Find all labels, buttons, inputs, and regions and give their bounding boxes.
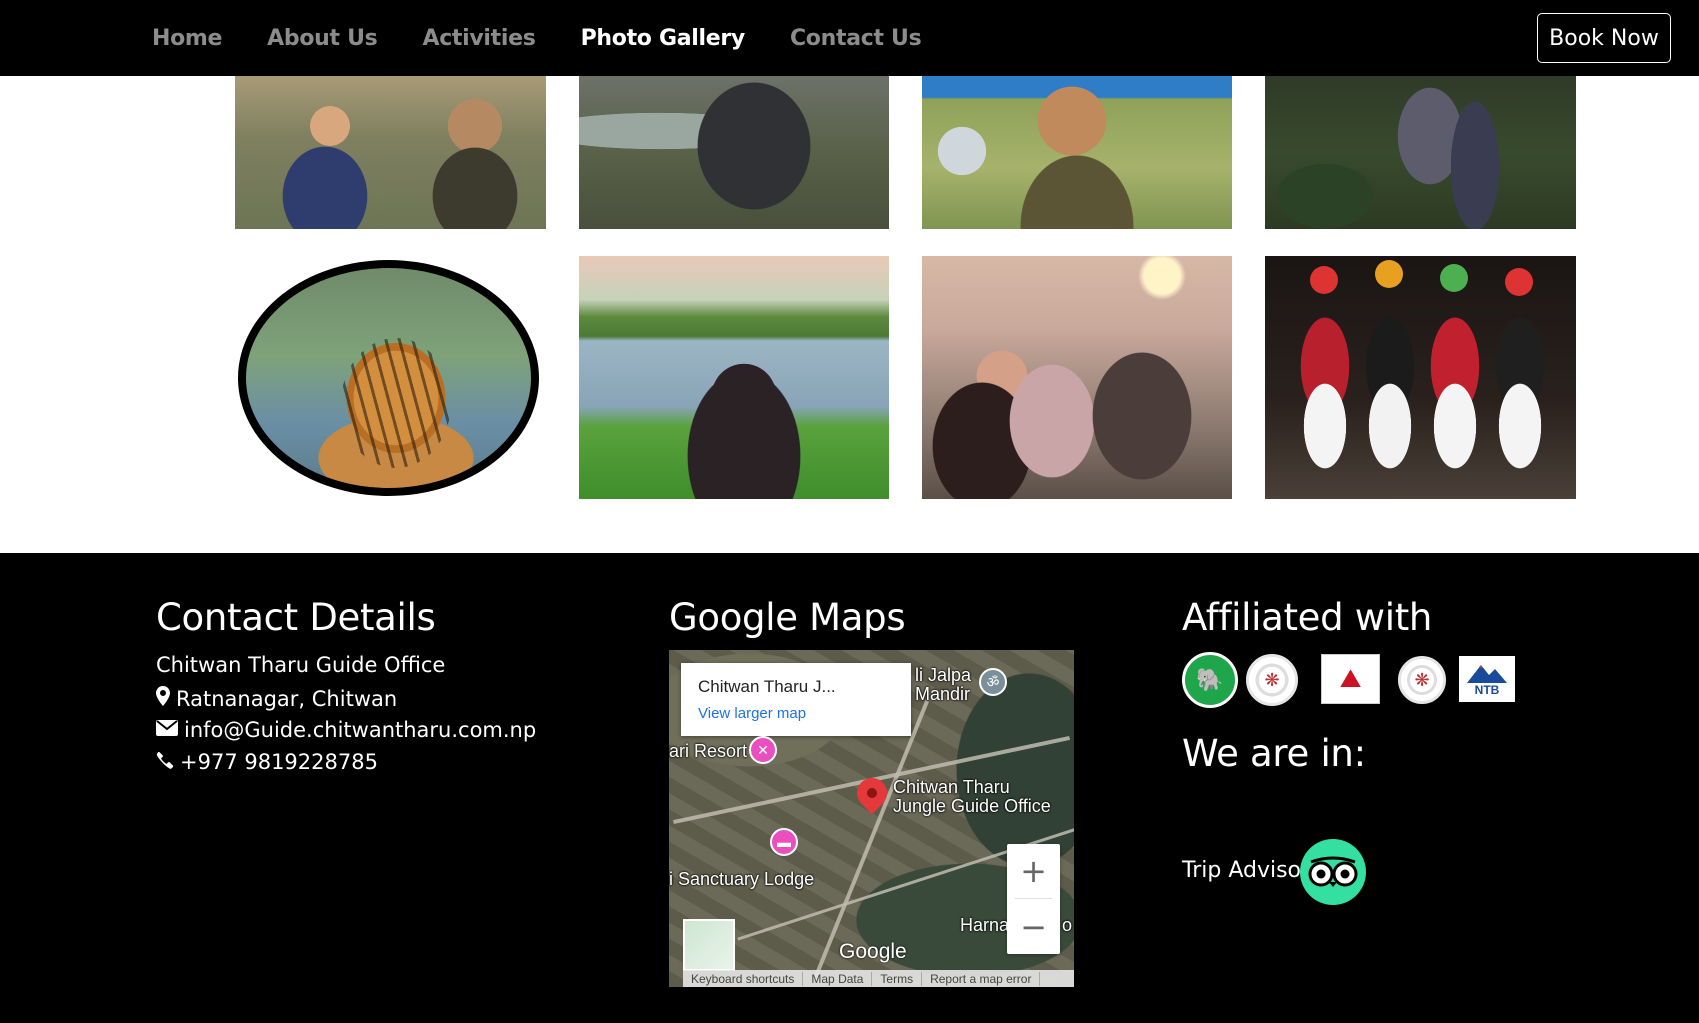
affiliate-logo-green[interactable]: 🐘 [1182,652,1238,708]
gallery-photo-canoe-family[interactable] [922,256,1232,499]
contact-address: Ratnanagar, Chitwan [156,686,397,711]
envelope-icon [156,719,178,741]
ntb-logo[interactable]: NTB [1459,656,1515,702]
affiliate-seal-logo-2[interactable]: ❋ [1398,656,1446,704]
gallery-photo-river-view[interactable] [579,256,889,499]
gallery-photo-tiger[interactable] [238,260,539,496]
map-label-harna: Harna [960,915,1010,935]
keyboard-shortcuts-link[interactable]: Keyboard shortcuts [683,971,804,986]
google-maps-heading: Google Maps [669,596,906,639]
dancer-headdress [1505,268,1533,296]
nav-link-photo-gallery[interactable]: Photo Gallery [581,26,746,51]
contact-phone[interactable]: +977 9819228785 [156,750,378,774]
map-data-link[interactable]: Map Data [803,971,873,986]
contact-office-name: Chitwan Tharu Guide Office [156,653,446,677]
report-map-error-link[interactable]: Report a map error [922,971,1041,986]
map-label-resort: ari Resort [669,741,748,761]
top-navbar: Home About Us Activities Photo Gallery C… [0,0,1699,76]
contact-office: Chitwan Tharu Guide Office [156,653,445,677]
google-logo: Google [839,940,907,963]
map-type-toggle-button[interactable] [683,919,735,971]
map-label-temple-line2: Mandir [915,684,971,704]
tiger-stripes [341,338,451,468]
resort-icon[interactable]: ✕ [749,736,777,764]
affiliate-seal-logo[interactable]: ❋ [1246,654,1298,706]
gallery-photo-boat-selfie[interactable] [235,76,546,229]
temple-icon[interactable]: ॐ [979,668,1007,696]
nav-link-activities[interactable]: Activities [422,26,535,51]
map-label-harna-suffix: o [1062,915,1073,935]
map-label-temple: li Jalpa Mandir [915,666,971,704]
map-place-title: Chitwan Tharu J... [698,677,836,696]
terms-link[interactable]: Terms [872,971,923,986]
gallery-photo-riverbank[interactable] [579,76,889,229]
phone-icon [156,751,174,774]
tripadvisor-owl-icon[interactable] [1300,839,1366,905]
contact-address-text: Ratnanagar, Chitwan [176,686,398,711]
map-label-lodge: i Sanctuary Lodge [669,869,815,889]
gallery-photo-tharu-dance[interactable] [1265,256,1576,499]
map-attribution-bar: Keyboard shortcuts Map Data Terms Report… [683,970,1074,987]
map-road [812,700,930,980]
google-map-embed[interactable]: Chitwan Tharu J... View larger map li Ja… [669,650,1074,987]
map-label-temple-line1: li Jalpa [915,665,972,685]
map-zoom-control: + − [1007,844,1060,954]
nav-link-contact-us[interactable]: Contact Us [790,26,922,51]
zoom-separator [1015,898,1052,899]
dancer-headdress [1375,260,1403,288]
trip-advisor-label[interactable]: Trip Advisor [1182,858,1310,883]
dancer-headdress [1310,266,1338,294]
zoom-out-button[interactable]: − [1007,900,1060,954]
dancer-headdress [1440,264,1468,292]
we-are-in-heading: We are in: [1182,732,1366,775]
map-marker-icon [156,686,170,711]
mountain-icon [1467,665,1507,683]
lodge-icon[interactable]: ▬ [770,828,798,856]
book-now-button[interactable]: Book Now [1537,13,1671,63]
map-label-office-line1: Chitwan Tharu [893,777,1010,797]
affiliated-heading: Affiliated with [1182,596,1433,639]
view-larger-map-link[interactable]: View larger map [698,705,806,722]
contact-email[interactable]: info@Guide.chitwantharu.com.np [156,718,536,742]
ntb-logo-text: NTB [1474,683,1500,697]
contact-details-heading: Contact Details [156,596,436,639]
contact-phone-text[interactable]: +977 9819228785 [180,750,378,774]
map-label-office: Chitwan Tharu Jungle Guide Office [893,778,1051,816]
map-label-office-line2: Jungle Guide Office [893,796,1051,816]
gallery-photo-jungle-walk[interactable] [1265,76,1576,229]
nav-link-about-us[interactable]: About Us [267,26,378,51]
gallery-photo-guide-selfie[interactable] [922,76,1232,229]
nav-link-home[interactable]: Home [152,26,222,51]
zoom-in-button[interactable]: + [1007,844,1060,898]
nepal-emblem-logo[interactable]: ⛰ [1321,654,1380,704]
nav-links: Home About Us Activities Photo Gallery C… [152,0,966,76]
contact-email-text[interactable]: info@Guide.chitwantharu.com.np [184,718,536,742]
map-place-card: Chitwan Tharu J... View larger map [681,663,911,736]
